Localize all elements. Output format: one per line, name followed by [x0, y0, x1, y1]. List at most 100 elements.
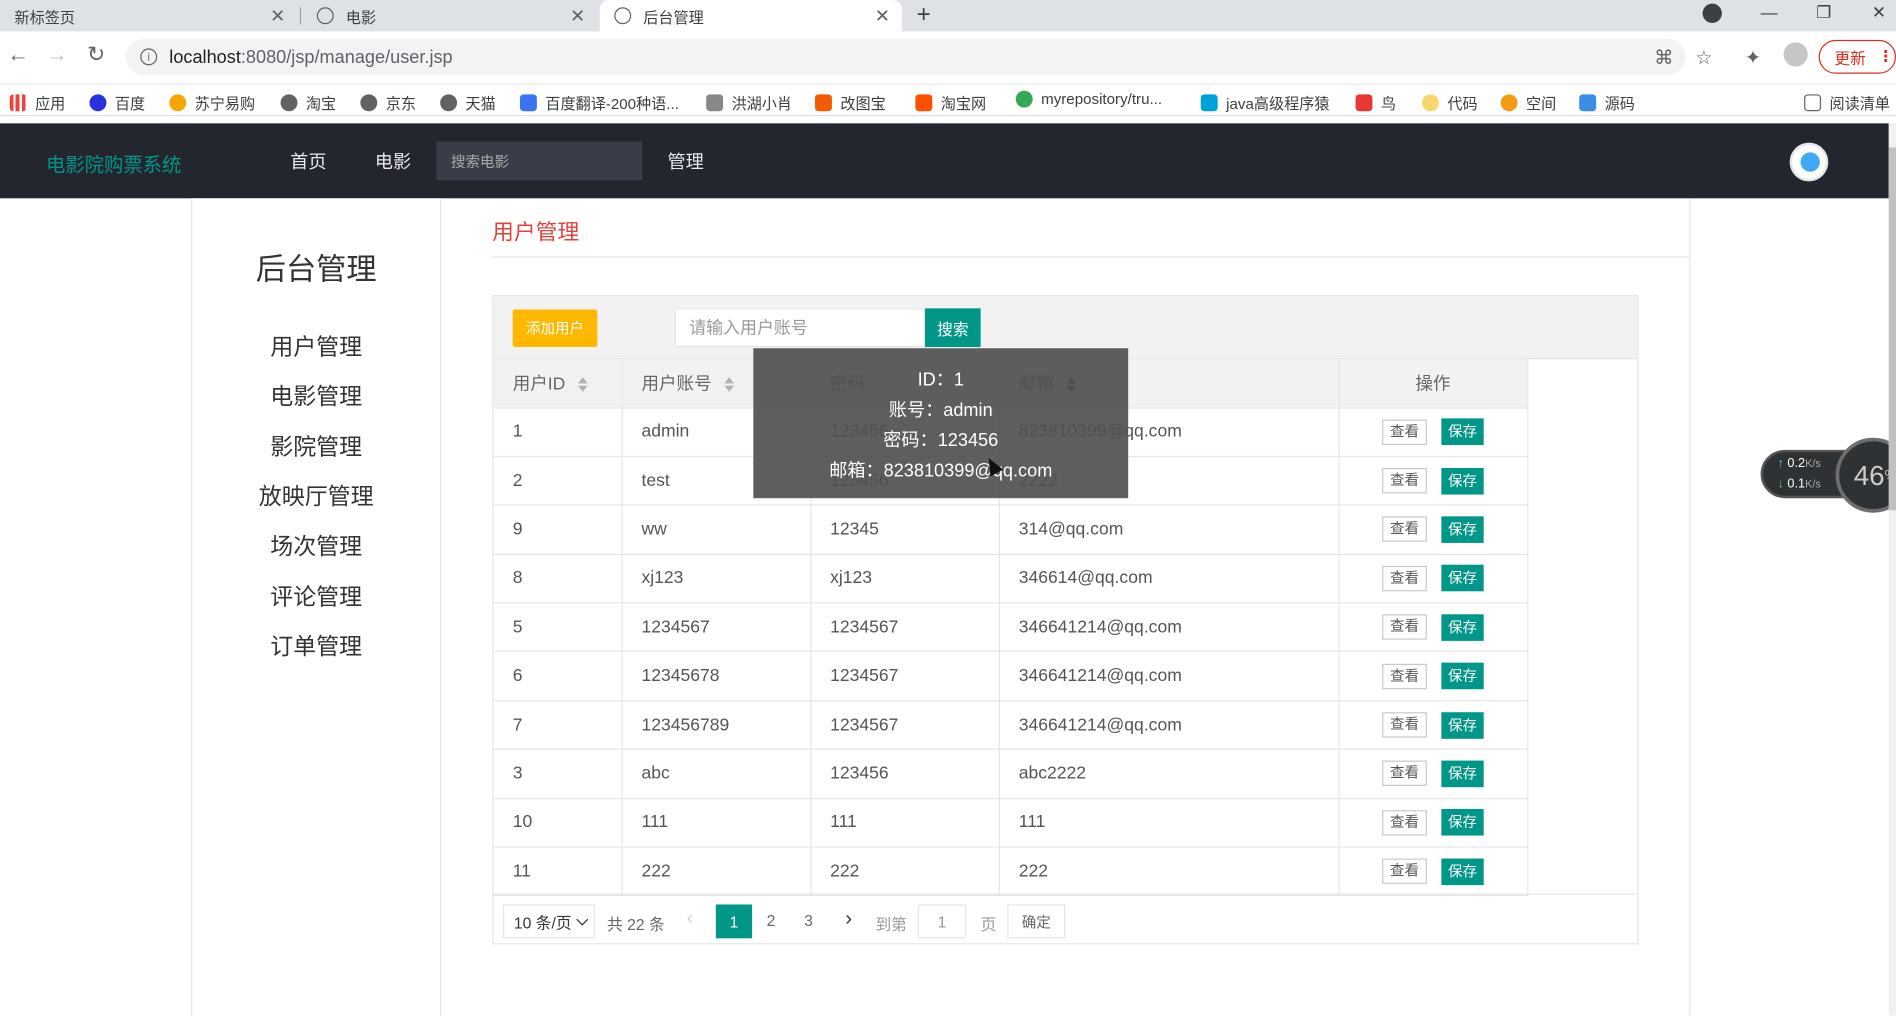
bookmark-item[interactable]: 百度翻译-200种语...: [519, 91, 679, 114]
brand-logo[interactable]: 电影院购票系统: [46, 149, 181, 178]
bookmark-item[interactable]: 天猫: [440, 91, 496, 114]
url-host: localhost: [169, 46, 241, 68]
close-icon[interactable]: ✕: [570, 5, 585, 27]
goto-confirm-button[interactable]: 确定: [1007, 904, 1066, 939]
view-button[interactable]: 查看: [1382, 419, 1427, 445]
sidebar-item-halls[interactable]: 放映厅管理: [192, 479, 440, 512]
sidebar-item-movies[interactable]: 电影管理: [192, 378, 440, 411]
close-icon[interactable]: ✕: [270, 5, 285, 27]
save-button[interactable]: 保存: [1441, 516, 1484, 543]
translate-icon[interactable]: ⌘: [1654, 46, 1673, 70]
goto-page-input[interactable]: 1: [917, 904, 967, 939]
save-button[interactable]: 保存: [1441, 711, 1484, 739]
tab-admin[interactable]: 后台管理 ✕: [599, 0, 903, 32]
forward-icon[interactable]: →: [46, 42, 68, 67]
page-2[interactable]: 2: [767, 912, 776, 930]
save-button[interactable]: 保存: [1441, 858, 1484, 885]
user-search-input[interactable]: 请输入用户账号: [674, 308, 926, 348]
bookmark-item[interactable]: 百度: [89, 91, 145, 114]
cell-password: 222: [810, 847, 1000, 897]
page-scrollbar[interactable]: [1888, 123, 1896, 1016]
page-size-select[interactable]: 10 条/页: [503, 904, 595, 939]
bookmark-item[interactable]: 空间: [1500, 91, 1556, 114]
tab-newtab[interactable]: 新标签页 ✕: [0, 0, 297, 31]
save-button[interactable]: 保存: [1441, 467, 1484, 495]
update-button[interactable]: 更新 ⋮: [1818, 39, 1896, 74]
bookmark-item[interactable]: java高级程序猿: [1200, 91, 1329, 114]
save-button[interactable]: 保存: [1441, 809, 1484, 836]
view-button[interactable]: 查看: [1382, 809, 1427, 836]
sidebar-item-orders[interactable]: 订单管理: [192, 629, 440, 662]
cell-user-id: 2: [493, 456, 623, 506]
minimize-icon[interactable]: —: [1761, 2, 1778, 21]
tab-search-icon[interactable]: [1702, 3, 1722, 23]
reload-icon[interactable]: ↻: [87, 42, 105, 67]
sidebar-item-sessions[interactable]: 场次管理: [192, 528, 440, 561]
usage-percent: 46: [1853, 458, 1885, 491]
menu-dots-icon: ⋮: [1877, 47, 1894, 66]
view-button[interactable]: 查看: [1382, 858, 1427, 885]
bookmark-item[interactable]: 代码: [1422, 91, 1478, 114]
prev-page-icon[interactable]: ‹: [687, 908, 693, 929]
nav-movie[interactable]: 电影: [375, 149, 411, 174]
new-tab-icon[interactable]: +: [917, 1, 931, 29]
sidebar-item-cinemas[interactable]: 影院管理: [192, 429, 440, 462]
nav-home[interactable]: 首页: [290, 149, 326, 174]
bookmark-item[interactable]: myrepository/tru...: [1015, 90, 1162, 108]
save-button[interactable]: 保存: [1441, 662, 1484, 690]
tab-movie[interactable]: 电影 ✕: [302, 0, 597, 31]
globe-icon: [316, 7, 334, 25]
next-page-icon[interactable]: ›: [845, 907, 852, 931]
close-icon[interactable]: ✕: [875, 5, 890, 27]
bookmark-star-icon[interactable]: ☆: [1695, 46, 1712, 70]
bookmarks-bar: 应用 百度 苏宁易购 淘宝 京东 天猫 百度翻译-200种语... 洪湖小肖 改…: [0, 85, 1896, 117]
bookmark-item[interactable]: 鸟: [1355, 91, 1396, 114]
avatar[interactable]: [1789, 142, 1829, 182]
bookmark-item[interactable]: 淘宝: [280, 91, 336, 114]
address-bar[interactable]: i localhost:8080/jsp/manage/user.jsp: [125, 38, 1686, 75]
cell-actions: 查看 保存: [1338, 749, 1528, 799]
save-button[interactable]: 保存: [1441, 613, 1484, 641]
table-row: 8 xj123 xj123 346614@qq.com 查看 保存: [493, 554, 1528, 604]
view-button[interactable]: 查看: [1382, 468, 1427, 494]
close-window-icon[interactable]: ✕: [1872, 2, 1886, 23]
view-button[interactable]: 查看: [1382, 663, 1427, 689]
restore-icon[interactable]: ❐: [1816, 2, 1831, 23]
bookmark-item[interactable]: 改图宝: [815, 91, 886, 114]
site-info-icon[interactable]: i: [140, 48, 158, 66]
network-speed-widget[interactable]: ↑ 0.2K/s ↓ 0.1K/s 46%: [1760, 437, 1896, 513]
bookmark-item[interactable]: 洪湖小肖: [706, 91, 792, 114]
add-user-button[interactable]: 添加用户: [512, 309, 598, 348]
save-button[interactable]: 保存: [1441, 760, 1484, 788]
sidebar-item-users[interactable]: 用户管理: [192, 329, 440, 362]
bookmark-apps[interactable]: 应用: [9, 91, 66, 114]
col-user-id[interactable]: 用户ID: [493, 359, 623, 409]
page-3[interactable]: 3: [804, 912, 813, 930]
sort-icon[interactable]: [577, 377, 588, 393]
extensions-icon[interactable]: ✦: [1745, 46, 1761, 70]
save-button[interactable]: 保存: [1441, 565, 1484, 592]
view-button[interactable]: 查看: [1382, 516, 1427, 543]
view-button[interactable]: 查看: [1382, 761, 1427, 787]
header-label: 用户ID: [512, 375, 566, 395]
bird-icon: [1355, 93, 1373, 111]
reading-list[interactable]: 阅读清单: [1804, 91, 1890, 114]
bookmark-item[interactable]: 源码: [1579, 91, 1635, 114]
bookmark-item[interactable]: 苏宁易购: [169, 91, 255, 114]
view-button[interactable]: 查看: [1382, 712, 1427, 738]
bookmark-item[interactable]: 淘宝网: [915, 91, 986, 114]
upload-unit: K/s: [1805, 457, 1821, 470]
movie-search-input[interactable]: 搜索电影: [436, 141, 643, 181]
view-button[interactable]: 查看: [1382, 614, 1427, 640]
scrollbar-thumb[interactable]: [1888, 147, 1896, 511]
save-button[interactable]: 保存: [1441, 418, 1484, 446]
nav-manage[interactable]: 管理: [667, 149, 703, 174]
page-1[interactable]: 1: [715, 904, 753, 939]
view-button[interactable]: 查看: [1382, 565, 1427, 592]
back-icon[interactable]: ←: [7, 42, 29, 67]
profile-icon[interactable]: [1783, 42, 1808, 67]
sidebar-item-comments[interactable]: 评论管理: [192, 579, 440, 612]
search-button[interactable]: 搜索: [925, 308, 981, 348]
sort-icon[interactable]: [723, 377, 734, 393]
bookmark-item[interactable]: 京东: [360, 91, 416, 114]
